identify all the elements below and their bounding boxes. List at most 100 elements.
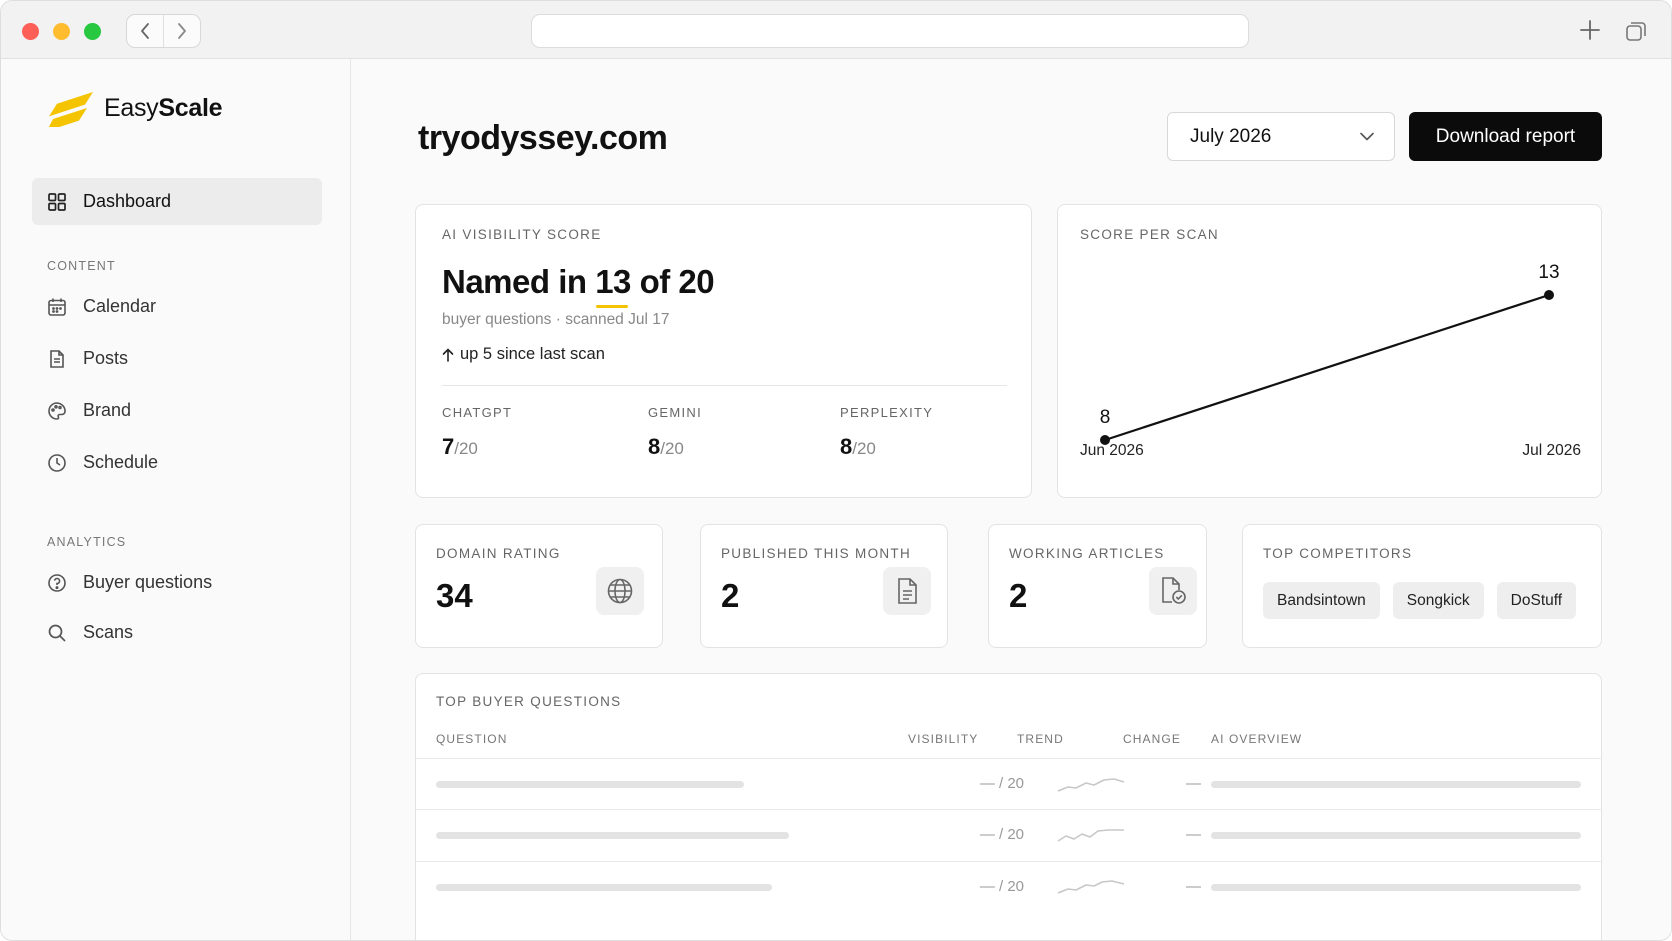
competitor-chip[interactable]: DoStuff bbox=[1496, 582, 1577, 619]
history-nav bbox=[126, 14, 201, 48]
close-window-button[interactable] bbox=[22, 23, 39, 40]
working-articles-card: WORKING ARTICLES 2 bbox=[988, 524, 1207, 648]
engine-chatgpt: CHATGPT 7/20 bbox=[442, 405, 512, 460]
question-placeholder-bar bbox=[436, 781, 744, 788]
card-label: TOP COMPETITORS bbox=[1263, 546, 1413, 561]
visibility-cell: — / 20 bbox=[979, 775, 1024, 792]
working-articles-value: 2 bbox=[1009, 577, 1028, 614]
sidebar-item-label: Dashboard bbox=[83, 191, 172, 211]
sidebar: EasyScale Dashboard CONTENT Calendar Pos… bbox=[1, 59, 351, 940]
column-header-ai-overview: AI OVERVIEW bbox=[1211, 732, 1303, 746]
column-header-change: CHANGE bbox=[1123, 732, 1181, 746]
sidebar-item-posts[interactable]: Posts bbox=[32, 335, 322, 382]
question-placeholder-bar bbox=[436, 884, 772, 891]
trend-text: up 5 since last scan bbox=[460, 345, 605, 363]
minimize-window-button[interactable] bbox=[53, 23, 70, 40]
trend-sparkline bbox=[1057, 880, 1125, 894]
easyscale-logo-icon bbox=[47, 92, 93, 127]
column-header-visibility: VISIBILITY bbox=[908, 732, 979, 746]
dashboard-grid-icon bbox=[48, 192, 66, 211]
sidebar-item-schedule[interactable]: Schedule bbox=[32, 439, 322, 486]
sidebar-item-dashboard[interactable]: Dashboard bbox=[32, 178, 322, 225]
ai-overview-placeholder-bar bbox=[1211, 832, 1581, 839]
table-row[interactable]: — / 20 — bbox=[416, 809, 1601, 861]
maximize-window-button[interactable] bbox=[84, 23, 101, 40]
card-label: AI VISIBILITY SCORE bbox=[442, 227, 602, 242]
table-row[interactable]: — / 20 — bbox=[416, 861, 1601, 913]
sidebar-item-label: Schedule bbox=[83, 452, 159, 472]
competitor-chips: Bandsintown Songkick DoStuff bbox=[1263, 582, 1577, 619]
month-select[interactable]: July 2026 bbox=[1167, 112, 1395, 161]
column-header-trend: TREND bbox=[1017, 732, 1064, 746]
ai-overview-placeholder-bar bbox=[1211, 884, 1581, 891]
main-content: tryodyssey.com July 2026 Download report… bbox=[352, 59, 1671, 940]
arrow-up-icon bbox=[442, 348, 454, 362]
chevron-left-icon bbox=[141, 23, 149, 39]
sidebar-item-buyer-questions[interactable]: Buyer questions bbox=[32, 559, 322, 606]
divider bbox=[442, 385, 1007, 386]
back-button[interactable] bbox=[127, 15, 163, 47]
column-header-question: QUESTION bbox=[436, 732, 508, 746]
engine-score: 7/20 bbox=[442, 434, 478, 459]
ai-visibility-card: AI VISIBILITY SCORE Named in 13 of 20 bu… bbox=[415, 204, 1032, 498]
calendar-icon bbox=[48, 298, 66, 316]
globe-icon-box bbox=[596, 567, 644, 615]
document-icon bbox=[898, 578, 917, 604]
competitor-chip[interactable]: Songkick bbox=[1392, 582, 1484, 619]
score-per-scan-card: SCORE PER SCAN 8 Jun 2026 13 Jul 2026 bbox=[1057, 204, 1602, 498]
ai-overview-placeholder-bar bbox=[1211, 781, 1581, 788]
search-icon bbox=[48, 624, 66, 642]
competitor-chip[interactable]: Bandsintown bbox=[1263, 582, 1380, 619]
sidebar-item-label: Calendar bbox=[83, 296, 157, 316]
change-cell: — bbox=[1186, 878, 1201, 895]
brand-logo[interactable]: EasyScale bbox=[47, 89, 223, 127]
sidebar-item-calendar[interactable]: Calendar bbox=[32, 283, 322, 330]
table-row[interactable]: — / 20 — bbox=[416, 758, 1601, 810]
tab-overview-icon[interactable] bbox=[1625, 20, 1647, 42]
globe-icon bbox=[607, 578, 633, 604]
x-tick-label: Jul 2026 bbox=[1522, 442, 1581, 459]
engine-label: CHATGPT bbox=[442, 405, 513, 420]
address-bar[interactable] bbox=[531, 14, 1249, 48]
help-circle-icon bbox=[48, 573, 66, 592]
engine-score: 8/20 bbox=[840, 434, 876, 459]
sidebar-item-scans[interactable]: Scans bbox=[32, 609, 322, 656]
document-check-icon-box bbox=[1149, 567, 1197, 615]
forward-button[interactable] bbox=[163, 15, 200, 47]
card-label: TOP BUYER QUESTIONS bbox=[436, 694, 622, 709]
chevron-right-icon bbox=[178, 23, 186, 39]
month-select-value: July 2026 bbox=[1190, 125, 1272, 147]
sidebar-item-label: Scans bbox=[83, 622, 134, 642]
browser-window: EasyScale Dashboard CONTENT Calendar Pos… bbox=[0, 0, 1672, 941]
change-cell: — bbox=[1186, 775, 1201, 792]
card-label: DOMAIN RATING bbox=[436, 546, 561, 561]
published-this-month-card: PUBLISHED THIS MONTH 2 bbox=[700, 524, 948, 648]
chevron-down-icon bbox=[1360, 132, 1374, 141]
series-line bbox=[1104, 293, 1550, 442]
sidebar-item-label: Posts bbox=[83, 348, 129, 368]
change-cell: — bbox=[1186, 826, 1201, 843]
brand-name: EasyScale bbox=[104, 93, 223, 122]
sidebar-item-brand[interactable]: Brand bbox=[32, 387, 322, 434]
visibility-headline: Named in 13 of 20 bbox=[442, 263, 715, 300]
title-bar bbox=[1, 1, 1671, 59]
domain-rating-value: 34 bbox=[436, 577, 473, 614]
data-point[interactable] bbox=[1544, 290, 1554, 300]
data-label: 13 bbox=[1538, 262, 1559, 283]
visibility-cell: — / 20 bbox=[979, 826, 1024, 843]
sidebar-item-label: Brand bbox=[83, 400, 132, 420]
x-tick-label: Jun 2026 bbox=[1080, 442, 1144, 459]
card-label: WORKING ARTICLES bbox=[1009, 546, 1165, 561]
section-content-heading: CONTENT bbox=[47, 259, 116, 273]
engine-label: PERPLEXITY bbox=[840, 405, 934, 420]
clock-icon bbox=[48, 453, 66, 472]
document-icon-box bbox=[883, 567, 931, 615]
document-icon bbox=[50, 349, 64, 368]
download-report-button[interactable]: Download report bbox=[1409, 112, 1602, 161]
engine-score: 8/20 bbox=[648, 434, 684, 459]
data-label: 8 bbox=[1100, 407, 1111, 428]
new-tab-icon[interactable] bbox=[1578, 18, 1602, 42]
top-buyer-questions-card: TOP BUYER QUESTIONS QUESTION VISIBILITY … bbox=[415, 673, 1602, 940]
palette-icon bbox=[48, 401, 66, 420]
published-value: 2 bbox=[721, 577, 740, 614]
